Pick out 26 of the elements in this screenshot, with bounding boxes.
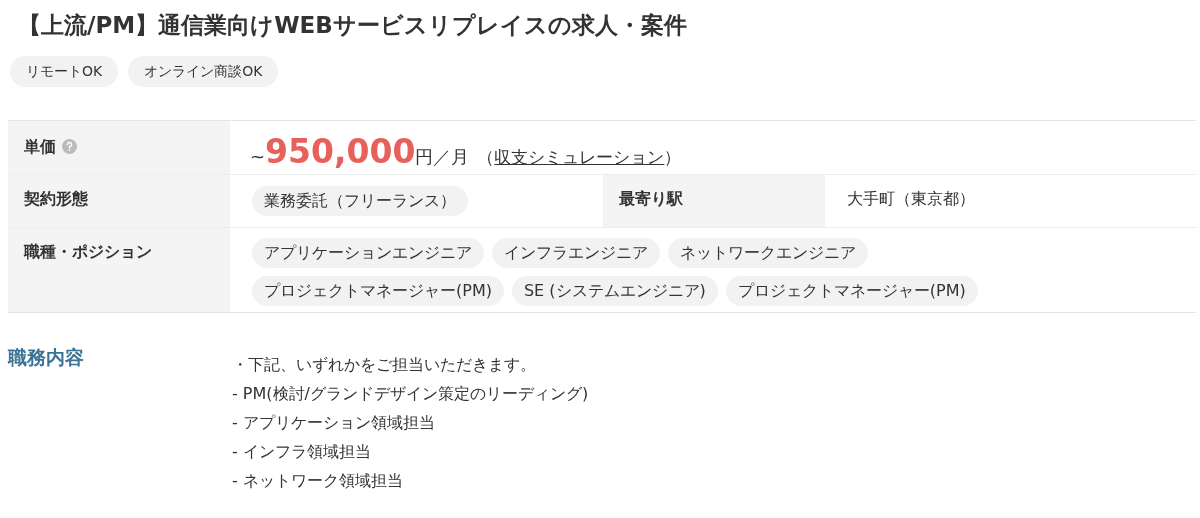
duty-line: - PM(検討/グランドデザイン策定のリーディング) [232,382,589,405]
duty-line: ・下記、いずれかをご担当いただきます。 [232,353,537,376]
row-label: 最寄り駅 [619,188,683,208]
row-label: 職種・ポジション [24,241,152,261]
section-heading: 職務内容 [8,345,84,368]
position-tag: SE (システムエンジニア) [511,275,718,306]
contract-tag: 業務委託（フリーランス） [252,185,468,216]
position-tag: ネットワークエンジニア [668,237,868,268]
position-tag: インフラエンジニア [492,237,660,268]
paren-text: ） [664,145,682,169]
position-tag: プロジェクトマネージャー(PM) [725,275,978,306]
row-label: 単価 [24,135,56,158]
row-label: 契約形態 [24,188,88,208]
page-title: 【上流/PM】通信業向けWEBサービスリプレイスの求人・案件 [18,11,688,40]
station-text: 大手町（東京都） [847,188,975,208]
duty-line: - ネットワーク領域担当 [232,469,404,492]
position-tag: プロジェクトマネージャー(PM) [252,275,504,306]
simulation-link[interactable]: 収支シミュレーション [494,144,665,170]
position-tag: アプリケーションエンジニア [252,237,484,268]
feature-tag: オンライン商談OK [128,55,279,87]
duty-line: - インフラ領域担当 [232,440,372,463]
duty-line: - アプリケーション領域担当 [232,411,436,434]
help-icon[interactable] [62,138,77,154]
price-text: ~950,000円／月 [250,130,470,173]
feature-tag: リモートOK [10,55,119,87]
paren-text: （ [477,145,495,169]
